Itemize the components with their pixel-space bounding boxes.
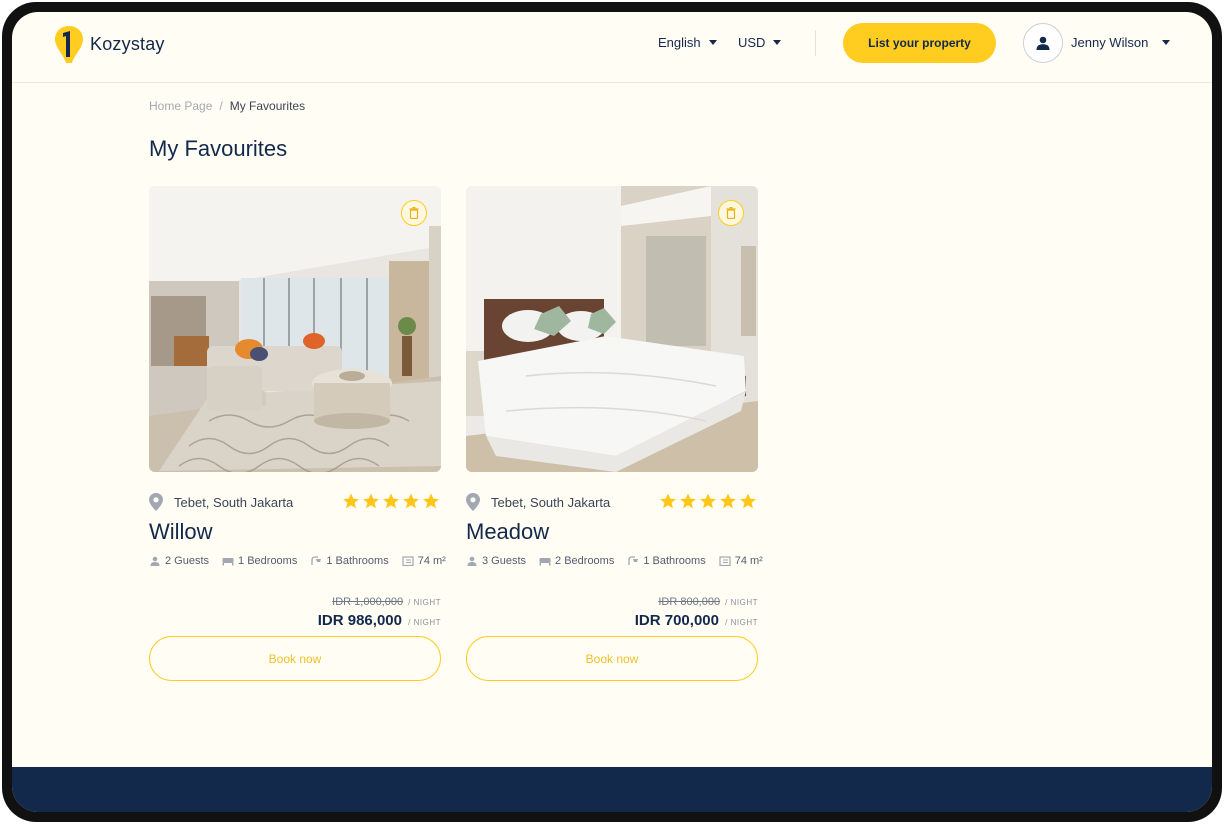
location-pin-icon	[149, 493, 163, 511]
rating-stars	[343, 493, 439, 509]
star-icon	[740, 493, 756, 509]
location-row: Tebet, South Jakarta	[466, 492, 758, 512]
original-price-value: IDR 1,000,000	[332, 596, 404, 608]
language-select[interactable]: English	[658, 35, 717, 50]
original-price-value: IDR 800,000	[658, 596, 721, 608]
bedrooms-text: 1 Bedrooms	[238, 555, 298, 567]
favourite-card: Tebet, South Jakarta Meadow 3 Guests 2 B…	[466, 186, 763, 686]
guest-icon	[150, 556, 160, 566]
bathrooms-info: 1 Bathrooms	[627, 555, 706, 567]
chevron-down-icon	[1162, 40, 1171, 45]
current-price-value: IDR 986,000	[317, 612, 402, 629]
list-property-button[interactable]: List your property	[843, 23, 996, 63]
location-text: Tebet, South Jakarta	[491, 494, 611, 510]
per-night-label: / NIGHT	[725, 598, 758, 607]
user-name: Jenny Wilson	[1071, 35, 1149, 50]
shower-icon	[628, 556, 639, 565]
guests-text: 2 Guests	[165, 555, 210, 567]
amenities-row: 3 Guests 2 Bedrooms 1 Bathrooms 74 m²	[466, 555, 763, 567]
star-icon	[700, 493, 716, 509]
per-night-label: / NIGHT	[725, 618, 758, 627]
user-menu[interactable]: Jenny Wilson	[1071, 35, 1171, 50]
star-icon	[363, 493, 379, 509]
property-name[interactable]: Willow	[149, 519, 213, 545]
location-row: Tebet, South Jakarta	[149, 492, 441, 512]
original-price: IDR 800,000 / NIGHT	[658, 596, 758, 608]
remove-favourite-button[interactable]	[401, 200, 427, 226]
star-icon	[343, 493, 359, 509]
area-info: 74 m²	[402, 555, 446, 567]
location-text: Tebet, South Jakarta	[174, 494, 294, 510]
language-value: English	[658, 35, 701, 50]
bedrooms-info: 2 Bedrooms	[539, 555, 614, 567]
original-price: IDR 1,000,000 / NIGHT	[332, 596, 441, 608]
user-icon	[1036, 36, 1050, 50]
guests-info: 3 Guests	[466, 555, 526, 567]
bedroom-photo[interactable]	[466, 186, 758, 472]
star-icon	[383, 493, 399, 509]
star-icon	[720, 493, 736, 509]
property-name[interactable]: Meadow	[466, 519, 549, 545]
trash-icon	[409, 207, 419, 219]
bedrooms-info: 1 Bedrooms	[222, 555, 297, 567]
shower-icon	[311, 556, 322, 565]
area-text: 74 m²	[734, 555, 763, 567]
star-icon	[423, 493, 439, 509]
property-image	[149, 186, 441, 472]
per-night-label: / NIGHT	[408, 618, 441, 627]
breadcrumb: Home Page / My Favourites	[149, 99, 305, 113]
current-price: IDR 700,000 / NIGHT	[635, 612, 758, 629]
chevron-down-icon	[773, 40, 782, 45]
bed-icon	[539, 558, 551, 566]
guest-icon	[467, 556, 477, 566]
area-info: 74 m²	[719, 555, 763, 567]
guests-text: 3 Guests	[482, 555, 527, 567]
breadcrumb-home-link[interactable]: Home Page	[149, 99, 212, 113]
star-icon	[660, 493, 676, 509]
bathrooms-info: 1 Bathrooms	[310, 555, 389, 567]
area-icon	[402, 556, 414, 566]
bedrooms-text: 2 Bedrooms	[555, 555, 615, 567]
footer	[12, 767, 1212, 812]
breadcrumb-separator: /	[219, 99, 223, 113]
bed-icon	[222, 558, 234, 566]
page-title: My Favourites	[149, 136, 288, 161]
brand-logo[interactable]: Kozystay	[54, 24, 165, 64]
brand-name: Kozystay	[90, 33, 165, 54]
app-screen: Kozystay English USD List your property …	[12, 12, 1212, 812]
property-image	[466, 186, 758, 472]
trash-icon	[726, 207, 736, 219]
book-now-button[interactable]: Book now	[466, 636, 758, 681]
bathrooms-text: 1 Bathrooms	[643, 555, 706, 567]
per-night-label: / NIGHT	[408, 598, 441, 607]
currency-value: USD	[738, 35, 766, 50]
avatar[interactable]	[1023, 23, 1063, 63]
chevron-down-icon	[708, 40, 717, 45]
current-price-value: IDR 700,000	[634, 612, 719, 629]
living-room-photo[interactable]	[149, 186, 441, 472]
book-now-button[interactable]: Book now	[149, 636, 441, 681]
currency-select[interactable]: USD	[738, 35, 782, 50]
top-nav: Kozystay English USD List your property …	[12, 12, 1212, 83]
rating-stars	[660, 493, 756, 509]
favourite-card: Tebet, South Jakarta Willow 2 Guests 1 B…	[149, 186, 446, 686]
breadcrumb-current: My Favourites	[229, 99, 306, 113]
device-frame: Kozystay English USD List your property …	[2, 2, 1222, 822]
star-icon	[680, 493, 696, 509]
logo-icon	[55, 26, 83, 63]
current-price: IDR 986,000 / NIGHT	[318, 612, 441, 629]
area-text: 74 m²	[417, 555, 446, 567]
remove-favourite-button[interactable]	[718, 200, 744, 226]
guests-info: 2 Guests	[149, 555, 209, 567]
area-icon	[719, 556, 731, 566]
amenities-row: 2 Guests 1 Bedrooms 1 Bathrooms 74 m²	[149, 555, 446, 567]
header-divider	[815, 30, 816, 56]
bathrooms-text: 1 Bathrooms	[326, 555, 389, 567]
location-pin-icon	[466, 493, 480, 511]
star-icon	[403, 493, 419, 509]
